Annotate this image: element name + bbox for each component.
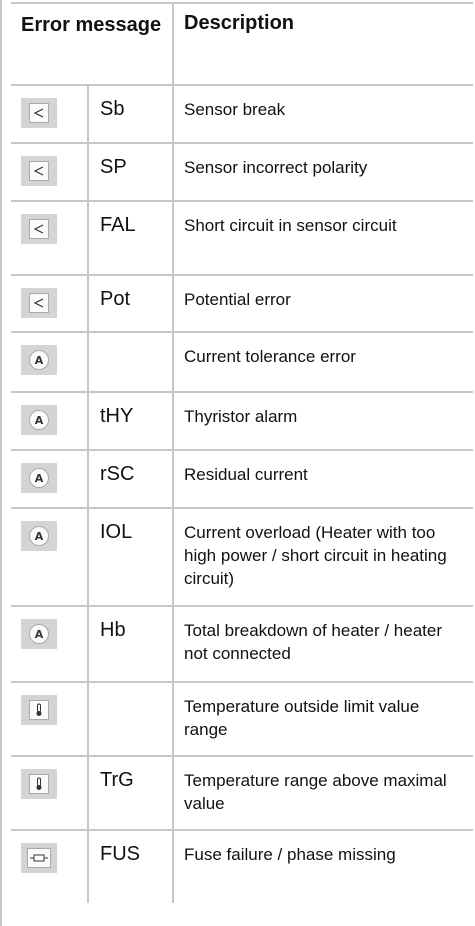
- thermometer-icon: [29, 774, 49, 794]
- icon-cell: [11, 831, 87, 903]
- error-code: SP: [87, 144, 172, 200]
- sensor-icon: [29, 103, 49, 123]
- icon-cell: [11, 144, 87, 200]
- header-error-message: Error message: [21, 14, 162, 36]
- error-description: Current tolerance error: [172, 333, 473, 391]
- error-description: Residual current: [172, 451, 473, 507]
- error-code: TrG: [87, 757, 172, 829]
- error-description: Temperature outside limit value range: [172, 683, 473, 755]
- error-code: Hb: [87, 607, 172, 681]
- header-description: Description: [172, 4, 473, 84]
- icon-cell: [11, 86, 87, 142]
- error-code: FUS: [87, 831, 172, 903]
- error-code: rSC: [87, 451, 172, 507]
- table-row: A Current tolerance error: [11, 333, 473, 393]
- error-description: Thyristor alarm: [172, 393, 473, 449]
- table-row: Sb Sensor break: [11, 86, 473, 144]
- table-row: FUS Fuse failure / phase missing: [11, 831, 473, 903]
- icon-cell: A: [11, 451, 87, 507]
- fuse-icon: [27, 848, 51, 868]
- table-row: FAL Short circuit in sensor circuit: [11, 202, 473, 276]
- error-description: Temperature range above maximal value: [172, 757, 473, 829]
- error-code: Pot: [87, 276, 172, 331]
- error-code: Sb: [87, 86, 172, 142]
- icon-cell: A: [11, 333, 87, 391]
- icon-cell: A: [11, 607, 87, 681]
- thermometer-icon: [29, 700, 49, 720]
- left-border: [0, 0, 2, 926]
- table-row: Pot Potential error: [11, 276, 473, 333]
- table-header: Error message Description: [11, 2, 473, 86]
- error-code: IOL: [87, 509, 172, 605]
- table-row: A IOL Current overload (Heater with too …: [11, 509, 473, 607]
- icon-cell: [11, 276, 87, 331]
- sensor-icon: [29, 219, 49, 239]
- icon-cell: A: [11, 509, 87, 605]
- ampere-icon: A: [29, 350, 49, 370]
- error-code: tHY: [87, 393, 172, 449]
- error-description: Short circuit in sensor circuit: [172, 202, 473, 274]
- ampere-icon: A: [29, 410, 49, 430]
- sensor-icon: [29, 161, 49, 181]
- table-row: A rSC Residual current: [11, 451, 473, 509]
- icon-cell: [11, 683, 87, 755]
- icon-cell: A: [11, 393, 87, 449]
- error-description: Current overload (Heater with too high p…: [172, 509, 473, 605]
- ampere-icon: A: [29, 526, 49, 546]
- error-description: Sensor incorrect polarity: [172, 144, 473, 200]
- error-description: Sensor break: [172, 86, 473, 142]
- error-description: Total breakdown of heater / heater not c…: [172, 607, 473, 681]
- ampere-icon: A: [29, 468, 49, 488]
- error-table: Error message Description Sb Sensor brea…: [11, 2, 473, 903]
- ampere-icon: A: [29, 624, 49, 644]
- page: Error message Description Sb Sensor brea…: [0, 0, 475, 926]
- table-row: Temperature outside limit value range: [11, 683, 473, 757]
- error-description: Fuse failure / phase missing: [172, 831, 473, 903]
- table-row: A tHY Thyristor alarm: [11, 393, 473, 451]
- icon-cell: [11, 757, 87, 829]
- error-code: FAL: [87, 202, 172, 274]
- icon-cell: [11, 202, 87, 274]
- sensor-icon: [29, 293, 49, 313]
- error-code: [87, 683, 172, 755]
- table-row: A Hb Total breakdown of heater / heater …: [11, 607, 473, 683]
- table-row: SP Sensor incorrect polarity: [11, 144, 473, 202]
- table-row: TrG Temperature range above maximal valu…: [11, 757, 473, 831]
- error-description: Potential error: [172, 276, 473, 331]
- error-code: [87, 333, 172, 391]
